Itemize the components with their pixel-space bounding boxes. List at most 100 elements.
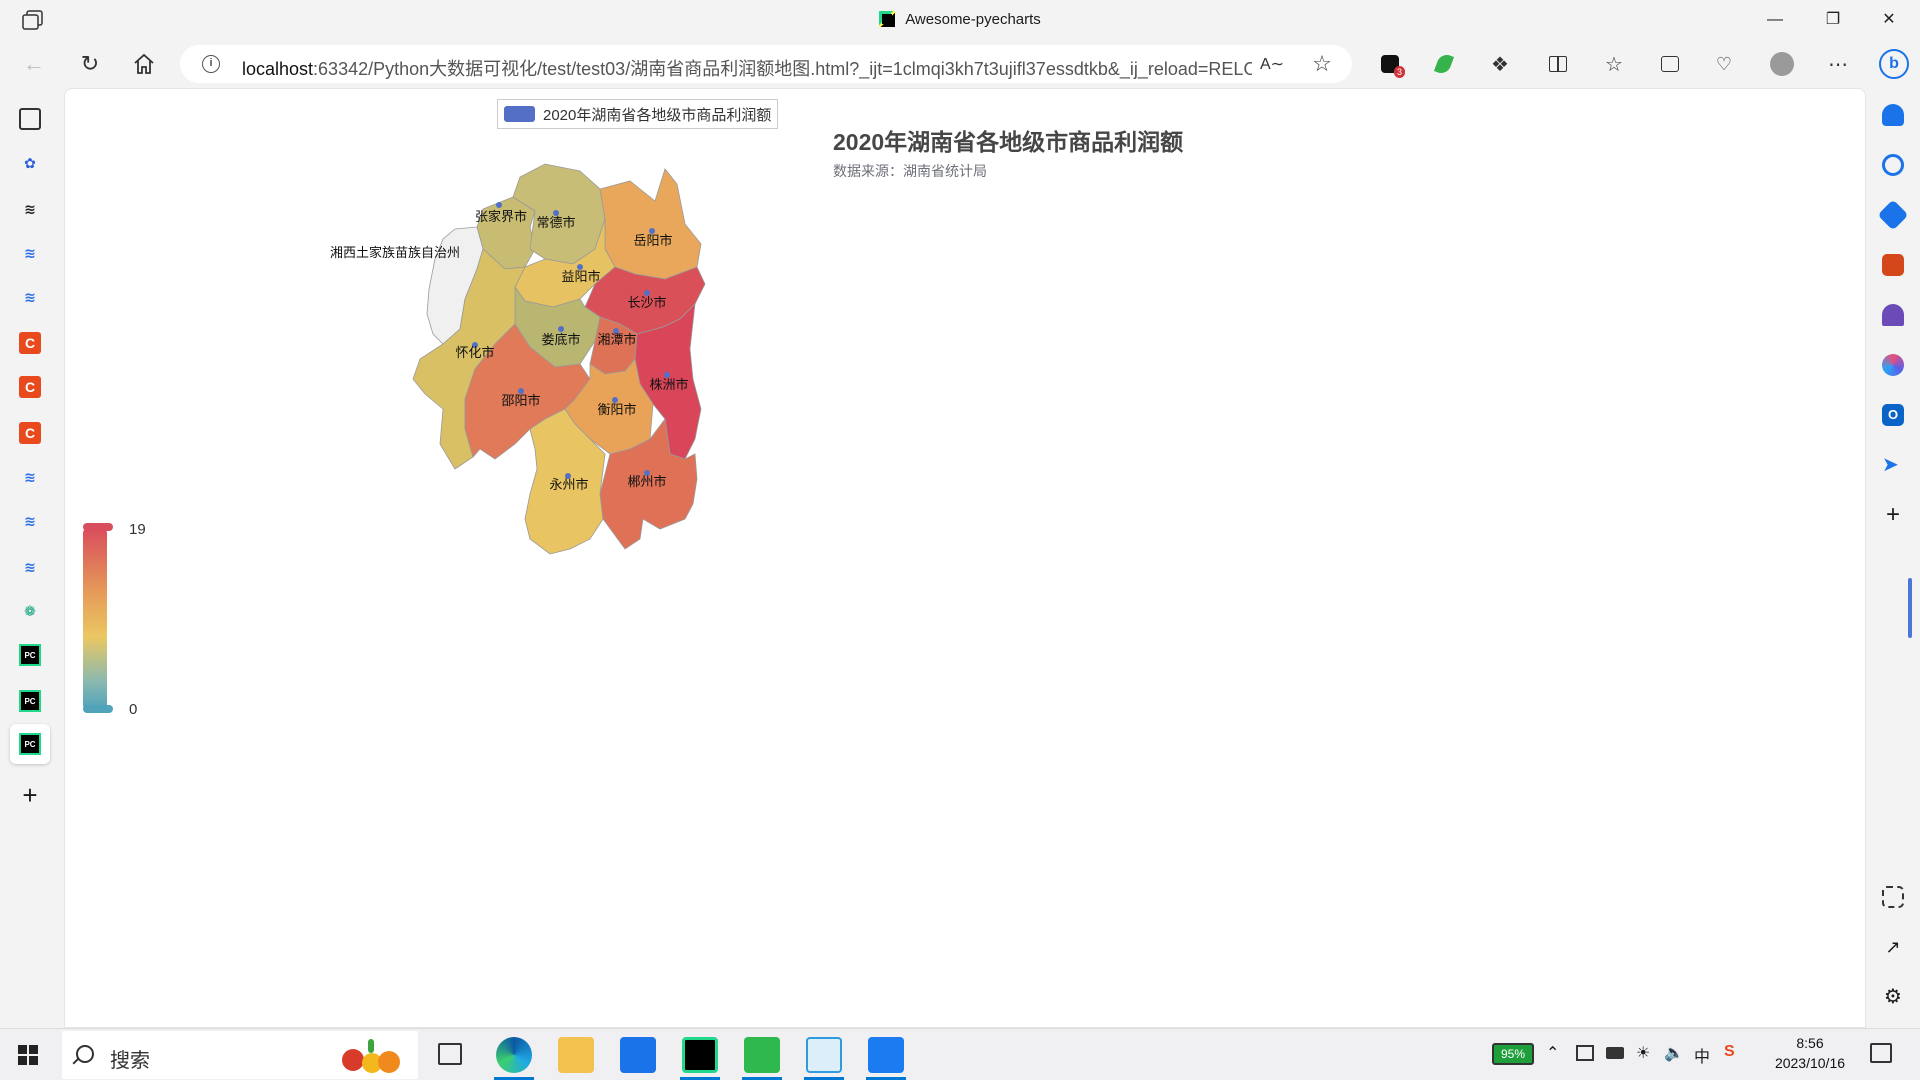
outlook-icon[interactable]: O bbox=[1882, 404, 1904, 426]
map-region-label: 常德市 bbox=[536, 215, 575, 231]
legend-label: 2020年湖南省各地级市商品利润额 bbox=[543, 106, 772, 124]
map-region[interactable] bbox=[599, 168, 702, 280]
tab-stack-icon[interactable]: ≋ bbox=[19, 286, 41, 308]
tray-battery-icon[interactable] bbox=[1606, 1047, 1624, 1059]
taskbar: 搜索 95% ⌃ ☀ 🔈 中 S 8:56 2023/10/16 bbox=[0, 1028, 1920, 1080]
visual-map-gradient bbox=[83, 529, 107, 709]
close-button[interactable]: ✕ bbox=[1866, 8, 1912, 32]
home-icon[interactable] bbox=[132, 52, 156, 76]
tab-pycharm-icon[interactable]: PC bbox=[19, 644, 41, 666]
games-chess-icon[interactable] bbox=[1882, 304, 1904, 326]
taskbar-network-app-icon[interactable] bbox=[806, 1037, 842, 1073]
map-region-label: 湘西土家族苗族自治州 bbox=[330, 245, 460, 261]
favorites-icon[interactable]: ☆ bbox=[1602, 52, 1626, 76]
tray-display-icon[interactable] bbox=[1576, 1045, 1594, 1061]
taskbar-edge-icon[interactable] bbox=[496, 1037, 532, 1073]
edge-sidebar: O ➤ + ↗ ⚙ bbox=[1866, 88, 1920, 1028]
microsoft365-icon[interactable] bbox=[1882, 354, 1904, 376]
tab-stack-icon[interactable]: ≋ bbox=[19, 556, 41, 578]
search-icon bbox=[76, 1045, 94, 1063]
url-text[interactable]: localhost:63342/Python大数据可视化/test/test03… bbox=[242, 55, 1252, 81]
tab-stack-icon[interactable]: ≋ bbox=[19, 510, 41, 532]
notifications-bell-icon[interactable] bbox=[1882, 104, 1904, 126]
visual-map-min-label: 0 bbox=[129, 701, 138, 718]
tab-pycharm-active-icon[interactable]: PC bbox=[19, 733, 41, 755]
minimize-button[interactable]: — bbox=[1752, 8, 1798, 32]
tab-csdn-icon[interactable]: C bbox=[19, 376, 41, 398]
visual-map-high-handle[interactable] bbox=[83, 523, 113, 531]
visual-map[interactable]: 19 0 bbox=[79, 521, 199, 727]
battery-indicator[interactable]: 95% bbox=[1492, 1043, 1534, 1065]
collections-icon[interactable] bbox=[1658, 52, 1682, 76]
pycharm-app-icon bbox=[879, 11, 896, 27]
send-icon[interactable]: ➤ bbox=[1882, 454, 1904, 476]
new-tab-plus-icon[interactable]: + bbox=[19, 780, 41, 810]
tray-clock[interactable]: 8:56 2023/10/16 bbox=[1760, 1033, 1860, 1073]
tray-ime-icon[interactable]: 中 bbox=[1694, 1043, 1710, 1067]
profile-avatar[interactable] bbox=[1770, 52, 1794, 76]
open-external-icon[interactable]: ↗ bbox=[1882, 936, 1904, 958]
map-region-marker bbox=[558, 326, 564, 332]
visual-map-max-label: 19 bbox=[129, 521, 146, 538]
browser-toolbar: ← ↻ i localhost:63342/Python大数据可视化/test/… bbox=[0, 40, 1920, 88]
tab-panel-toggle-icon[interactable] bbox=[19, 108, 41, 130]
taskbar-green-app-icon[interactable] bbox=[744, 1037, 780, 1073]
tab-pycharm-icon[interactable]: PC bbox=[19, 690, 41, 712]
restore-button[interactable]: ❐ bbox=[1810, 8, 1856, 32]
leaf-extension-icon[interactable] bbox=[1432, 52, 1456, 76]
map-region-label: 娄底市 bbox=[541, 332, 580, 348]
map-region-label: 长沙市 bbox=[627, 295, 666, 311]
browser-essentials-icon[interactable]: ♡ bbox=[1712, 52, 1736, 76]
extensions-puzzle-icon[interactable]: ❖ bbox=[1488, 52, 1512, 76]
taskbar-pycharm-icon[interactable] bbox=[682, 1037, 718, 1073]
tab-stack-icon[interactable]: ≋ bbox=[19, 466, 41, 488]
site-info-icon[interactable]: i bbox=[202, 55, 220, 73]
scrollbar-thumb[interactable] bbox=[1908, 578, 1912, 638]
visual-map-low-handle[interactable] bbox=[83, 705, 113, 713]
map-region-label: 岳阳市 bbox=[633, 233, 672, 249]
add-sidebar-app-icon[interactable]: + bbox=[1882, 503, 1904, 527]
taskbar-search-box[interactable]: 搜索 bbox=[62, 1031, 418, 1079]
tray-sogou-icon[interactable]: S bbox=[1724, 1043, 1735, 1061]
extension-icon[interactable]: 3 bbox=[1378, 52, 1405, 78]
taskbar-mail-icon[interactable] bbox=[620, 1037, 656, 1073]
notification-center-icon[interactable] bbox=[1870, 1043, 1892, 1063]
settings-gear-icon[interactable]: ⚙ bbox=[1882, 986, 1904, 1008]
search-placeholder: 搜索 bbox=[110, 1050, 150, 1072]
read-aloud-icon[interactable]: A∼ bbox=[1260, 52, 1284, 76]
task-view-icon[interactable] bbox=[438, 1043, 462, 1065]
refresh-icon[interactable]: ↻ bbox=[78, 51, 102, 76]
tab-stack-icon[interactable]: ≋ bbox=[19, 198, 41, 220]
legend-swatch bbox=[504, 106, 535, 122]
tray-volume-icon[interactable]: 🔈 bbox=[1664, 1043, 1684, 1063]
back-icon[interactable]: ← bbox=[22, 51, 46, 76]
map-region-label: 张家界市 bbox=[475, 209, 527, 225]
split-screen-icon[interactable] bbox=[1546, 52, 1570, 76]
windows-start-icon[interactable] bbox=[18, 1045, 38, 1065]
chart-title: 2020年湖南省各地级市商品利润额 bbox=[833, 129, 1184, 155]
screenshot-icon[interactable] bbox=[1882, 886, 1904, 908]
address-bar[interactable]: i localhost:63342/Python大数据可视化/test/test… bbox=[180, 45, 1352, 83]
tab-chatgpt-icon[interactable]: ❁ bbox=[19, 600, 41, 622]
tools-briefcase-icon[interactable] bbox=[1882, 254, 1904, 276]
tray-chevron-icon[interactable]: ⌃ bbox=[1546, 1043, 1559, 1063]
window-title: Awesome-pyecharts bbox=[0, 11, 1920, 28]
clock-time: 8:56 bbox=[1796, 1035, 1824, 1051]
map-region-label: 永州市 bbox=[549, 477, 588, 493]
map-region-label: 湘潭市 bbox=[597, 332, 636, 348]
shopping-tag-icon[interactable] bbox=[1877, 199, 1909, 231]
taskbar-file-explorer-icon[interactable] bbox=[558, 1037, 594, 1073]
map-region-marker bbox=[496, 202, 502, 208]
tab-csdn-icon[interactable]: C bbox=[19, 422, 41, 444]
copilot-icon[interactable]: b bbox=[1878, 48, 1910, 80]
taskbar-feishu-icon[interactable] bbox=[868, 1037, 904, 1073]
more-menu-icon[interactable]: ⋯ bbox=[1826, 52, 1850, 76]
tab-stack-icon[interactable]: ≋ bbox=[19, 242, 41, 264]
map-region-label: 株洲市 bbox=[649, 377, 688, 393]
search-icon[interactable] bbox=[1882, 154, 1904, 176]
tray-wifi-icon[interactable]: ☀ bbox=[1636, 1043, 1650, 1063]
tab-baidu-icon[interactable]: ✿ bbox=[19, 152, 41, 174]
chart-legend[interactable]: 2020年湖南省各地级市商品利润额 bbox=[497, 99, 779, 129]
tab-csdn-icon[interactable]: C bbox=[19, 332, 41, 354]
favorite-star-icon[interactable]: ☆ bbox=[1310, 51, 1334, 76]
